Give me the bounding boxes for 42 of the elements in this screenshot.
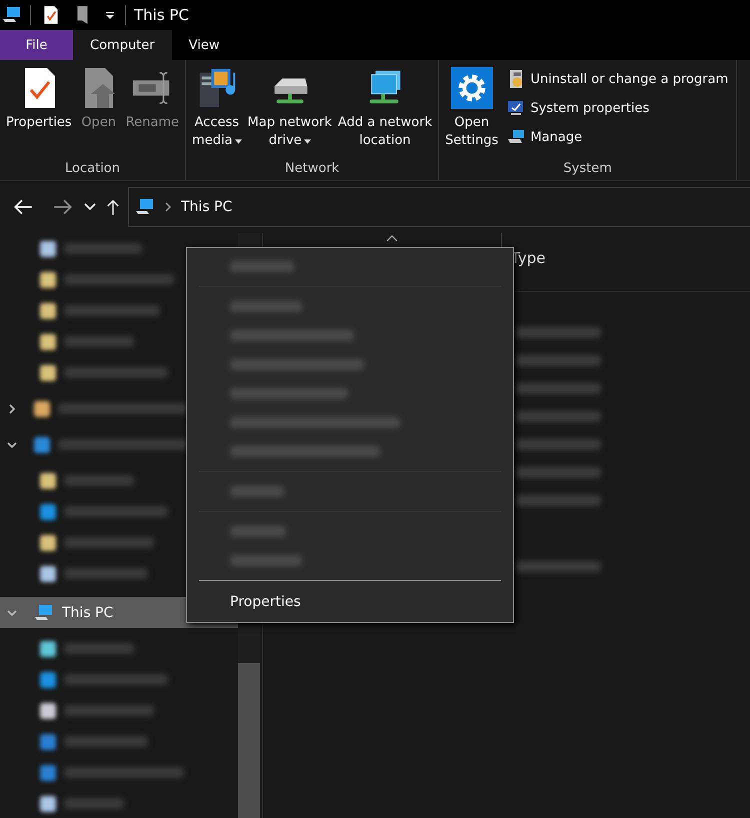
program-box-icon (510, 70, 522, 88)
address-path: This PC (181, 199, 232, 215)
blurred-text (64, 475, 134, 486)
up-arrow-icon[interactable] (106, 197, 120, 217)
group-label: System (562, 161, 613, 178)
ribbon-tab[interactable]: View (172, 30, 236, 60)
address-bar[interactable]: This PC (128, 187, 750, 227)
group-label: Network (284, 161, 340, 178)
dropdown-icon[interactable] (105, 10, 115, 20)
ribbon-button[interactable]: Add a network location (336, 64, 434, 152)
back-arrow-icon[interactable] (12, 198, 34, 216)
caret-icon (304, 138, 311, 144)
ribbon-tab[interactable]: Computer (73, 30, 172, 60)
settings-icon (450, 66, 493, 110)
ribbon-button[interactable]: System properties (502, 97, 732, 119)
ribbon-button[interactable]: Uninstall or change a program (502, 68, 732, 90)
computer-icon (506, 128, 526, 146)
computer-icon (2, 5, 22, 25)
window-title: This PC (134, 6, 189, 24)
blurred-text (230, 486, 284, 497)
blurred-text (64, 336, 134, 347)
ribbon-button[interactable]: Open Settings (443, 64, 500, 152)
scrollbar-thumb[interactable] (238, 663, 260, 818)
computer-icon (135, 198, 155, 216)
ribbon-button[interactable]: Properties (4, 64, 74, 134)
blurred-text (230, 555, 302, 566)
sort-caret-icon[interactable] (386, 235, 398, 242)
chevron-right-icon (165, 202, 171, 212)
ribbon-tab[interactable]: File (0, 30, 73, 60)
blurred-text (64, 643, 134, 654)
blurred-text (230, 526, 286, 537)
blurred-text (230, 301, 302, 312)
computer-icon (34, 604, 54, 622)
blurred-text (64, 798, 124, 809)
ribbon-button[interactable]: Manage (502, 126, 732, 148)
ribbon-button[interactable]: Map network drive (246, 64, 334, 152)
blurred-text (230, 261, 294, 272)
group-label: Location (64, 161, 121, 178)
caret-icon (234, 138, 242, 144)
chevron-down-icon[interactable] (84, 203, 96, 211)
forward-arrow-icon[interactable] (52, 198, 74, 216)
ribbon-button[interactable]: Access media (190, 64, 244, 152)
